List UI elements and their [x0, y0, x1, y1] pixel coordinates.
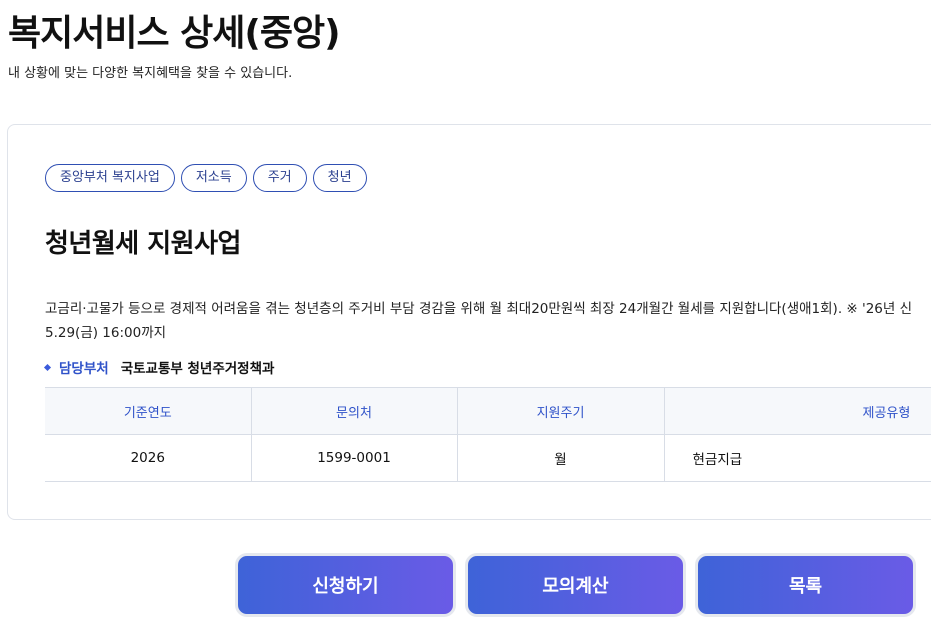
- list-button[interactable]: 목록: [695, 553, 916, 617]
- simulate-calculation-button[interactable]: 모의계산: [465, 553, 686, 617]
- page-title: 복지서비스 상세(중앙): [8, 13, 341, 54]
- apply-button[interactable]: 신청하기: [235, 553, 456, 617]
- header-support-cycle: 지원주기: [456, 387, 664, 435]
- service-info-table: 기준연도 문의처 지원주기 제공유형 2026 1599-0001 월 현금지급: [45, 387, 931, 482]
- tag-youth[interactable]: 청년: [312, 164, 367, 192]
- department-value: 국토교통부 청년주거정책과: [120, 361, 275, 377]
- tag-central-ministry[interactable]: 중앙부처 복지사업: [45, 164, 175, 192]
- description-line-2: 5.29(금) 16:00까지: [45, 325, 167, 341]
- table-row: 2026 1599-0001 월 현금지급: [45, 434, 931, 482]
- service-description: 고금리·고물가 등으로 경제적 어려움을 겪는 청년층의 주거비 부담 경감을 …: [45, 297, 931, 345]
- header-provision-type: 제공유형: [663, 387, 931, 435]
- department-info: 담당부처 국토교통부 청년주거정책과: [43, 357, 275, 377]
- header-base-year: 기준연도: [45, 387, 251, 435]
- description-line-1: 고금리·고물가 등으로 경제적 어려움을 겪는 청년층의 주거비 부담 경감을 …: [45, 301, 913, 317]
- service-title: 청년월세 지원사업: [45, 229, 241, 259]
- tag-list: 중앙부처 복지사업 저소득 주거 청년: [45, 164, 367, 192]
- service-detail-card: 중앙부처 복지사업 저소득 주거 청년 청년월세 지원사업 고금리·고물가 등으…: [7, 124, 931, 520]
- table-header-row: 기준연도 문의처 지원주기 제공유형: [45, 387, 931, 435]
- department-label: 담당부처: [59, 361, 109, 377]
- cell-provision-type: 현금지급: [663, 434, 931, 482]
- cell-base-year: 2026: [45, 434, 251, 482]
- tag-housing[interactable]: 주거: [252, 164, 307, 192]
- header-contact: 문의처: [250, 387, 457, 435]
- diamond-bullet-icon: [43, 363, 52, 371]
- tag-low-income[interactable]: 저소득: [180, 164, 247, 192]
- cell-support-cycle: 월: [456, 434, 664, 482]
- page-subtitle: 내 상황에 맞는 다양한 복지혜택을 찾을 수 있습니다.: [8, 66, 293, 81]
- cell-contact: 1599-0001: [250, 434, 457, 482]
